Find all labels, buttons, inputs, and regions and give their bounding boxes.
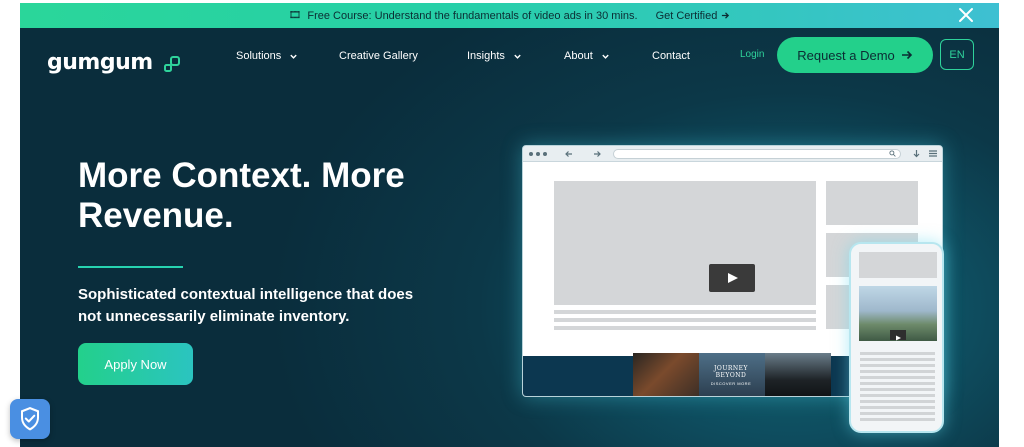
search-icon xyxy=(889,150,896,157)
content-line xyxy=(554,326,816,330)
ad-title: JOURNEY BEYOND DISCOVER MORE xyxy=(701,365,761,386)
phone-play-button xyxy=(890,330,906,341)
hero-subhead: Sophisticated contextual intelligence th… xyxy=(78,286,414,325)
video-play-button xyxy=(709,264,755,292)
phone-text-line xyxy=(860,376,935,379)
video-placeholder xyxy=(554,181,816,305)
ad-title-text: JOURNEY BEYOND xyxy=(714,365,748,379)
phone-text-line xyxy=(860,382,935,385)
phone-text-line xyxy=(860,364,935,367)
phone-text-line xyxy=(860,406,935,409)
phone-text-line xyxy=(860,394,935,397)
security-badge[interactable] xyxy=(10,399,50,439)
film-icon: 🎞 xyxy=(288,10,302,21)
chevron-down-icon xyxy=(514,54,521,59)
request-demo-button[interactable]: Request a Demo xyxy=(777,37,933,73)
login-link[interactable]: Login xyxy=(740,49,764,60)
phone-text-line xyxy=(860,358,935,361)
forward-arrow-icon xyxy=(594,151,601,157)
ad-panel-car xyxy=(765,353,831,396)
phone-text-line xyxy=(860,400,935,403)
content-line xyxy=(554,310,816,314)
close-icon[interactable] xyxy=(957,6,975,24)
nav-creative-gallery[interactable]: Creative Gallery xyxy=(339,48,418,64)
address-bar xyxy=(613,149,901,159)
phone-text-line xyxy=(860,388,935,391)
content-line xyxy=(554,318,816,322)
nav-contact[interactable]: Contact xyxy=(652,48,690,64)
ad-panel-interior xyxy=(633,353,699,396)
announcement-text: Free Course: Understand the fundamentals… xyxy=(307,9,638,22)
get-certified-label: Get Certified xyxy=(655,9,718,22)
back-arrow-icon xyxy=(565,151,572,157)
phone-text-line xyxy=(860,412,935,415)
nav-solutions-label: Solutions xyxy=(236,50,282,62)
request-demo-label: Request a Demo xyxy=(797,47,895,63)
ad-cta-text: DISCOVER MORE xyxy=(710,381,752,386)
gumgum-logo[interactable]: gumgum xyxy=(47,50,180,78)
ad-banner: JOURNEY BEYOND DISCOVER MORE xyxy=(633,353,831,396)
nav-creative-gallery-label: Creative Gallery xyxy=(339,50,418,62)
logo-mark-icon xyxy=(164,56,180,72)
browser-toolbar xyxy=(523,146,942,162)
window-dot xyxy=(536,152,540,156)
nav-contact-label: Contact xyxy=(652,50,690,62)
nav-insights-label: Insights xyxy=(467,50,505,62)
download-icon xyxy=(913,150,920,158)
phone-header-block xyxy=(859,252,937,278)
sidebar-block xyxy=(826,181,918,225)
play-icon xyxy=(896,335,901,341)
play-icon xyxy=(728,273,738,283)
hero-headline: More Context. More Revenue. xyxy=(78,156,405,235)
nav-insights[interactable]: Insights xyxy=(467,48,522,64)
nav-about-label: About xyxy=(564,50,593,62)
arrow-right-icon xyxy=(901,50,912,60)
arrow-right-icon xyxy=(722,12,730,19)
announcement-bar: 🎞 Free Course: Understand the fundamenta… xyxy=(20,3,999,28)
phone-text-line xyxy=(860,418,935,421)
shield-check-icon xyxy=(21,407,39,431)
page: 🎞 Free Course: Understand the fundamenta… xyxy=(0,0,1024,447)
hero-section: gumgum Solutions Creative Gallery Insigh… xyxy=(20,28,999,447)
phone-mockup xyxy=(849,242,944,433)
get-certified-link[interactable]: Get Certified xyxy=(656,10,731,22)
apply-now-button[interactable]: Apply Now xyxy=(78,343,193,385)
phone-text-line xyxy=(860,352,935,355)
window-dot xyxy=(543,152,547,156)
language-button[interactable]: EN xyxy=(940,39,974,70)
nav-about[interactable]: About xyxy=(564,48,610,64)
logo-wordmark: gumgum xyxy=(47,50,153,75)
chevron-down-icon xyxy=(602,54,609,59)
chevron-down-icon xyxy=(290,54,297,59)
window-dot xyxy=(529,152,533,156)
phone-text-line xyxy=(860,370,935,373)
hero-divider xyxy=(78,266,183,268)
menu-icon xyxy=(929,150,937,157)
nav-solutions[interactable]: Solutions xyxy=(236,48,298,64)
phone-video-image xyxy=(859,286,937,341)
